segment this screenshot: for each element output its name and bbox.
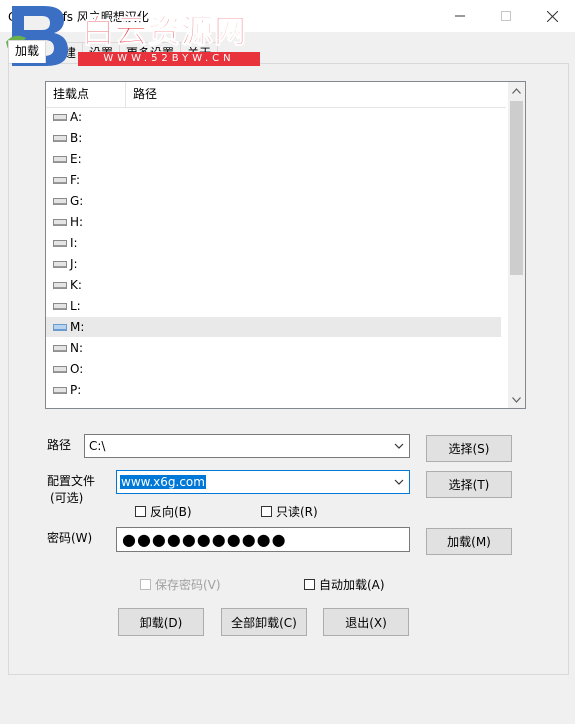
minimize-button[interactable] [437, 0, 483, 32]
password-dots: ●●●●●●●●●●● [122, 530, 287, 549]
config-file-combobox[interactable]: www.x6g.com [116, 470, 410, 494]
close-icon [546, 10, 558, 22]
exit-button[interactable]: 退出(X) [323, 608, 409, 636]
drive-icon [53, 366, 67, 373]
drive-letter: B: [70, 131, 83, 145]
drive-letter: O: [70, 362, 84, 376]
drive-letter: L: [70, 299, 81, 313]
app-window: Cppcryptfs 风之暇想汉化 加载 创建 设置 更多设置 关于 挂载点 路… [0, 0, 575, 724]
drive-list-row[interactable]: P: [46, 380, 501, 400]
drive-list-row[interactable]: H: [46, 212, 501, 232]
drive-list-row[interactable]: M: [46, 317, 501, 337]
drive-icon [53, 387, 67, 394]
config-optional-label: (可选) [50, 491, 84, 505]
drive-icon [53, 156, 67, 163]
chevron-down-icon [512, 396, 521, 403]
checkbox-box [140, 579, 151, 590]
chevron-down-icon [394, 479, 404, 485]
checkbox-box [261, 506, 272, 517]
drive-list-row[interactable]: F: [46, 170, 501, 190]
config-label: 配置文件 [47, 474, 96, 488]
drive-letter: P: [70, 383, 82, 397]
scroll-up-button[interactable] [508, 82, 525, 99]
tab-about[interactable]: 关于 [180, 42, 219, 63]
maximize-button [483, 0, 529, 32]
column-header-path[interactable]: 路径 [126, 82, 157, 107]
drive-list-row[interactable]: O: [46, 359, 501, 379]
drive-letter: J: [70, 257, 78, 271]
tab-settings[interactable]: 设置 [82, 42, 121, 63]
vertical-scrollbar[interactable] [508, 82, 525, 408]
drive-icon [53, 345, 67, 352]
chevron-up-icon [512, 87, 521, 94]
scroll-thumb[interactable] [510, 101, 523, 275]
drive-letter: I: [70, 236, 78, 250]
path-value: C:\ [89, 439, 106, 453]
checkbox-box [135, 506, 146, 517]
select-config-button[interactable]: 选择(T) [426, 471, 512, 498]
path-combobox[interactable]: C:\ [84, 434, 410, 458]
drive-icon [53, 135, 67, 142]
drive-list-row[interactable]: B: [46, 128, 501, 148]
drive-icon [53, 240, 67, 247]
drive-icon [53, 177, 67, 184]
drive-icon [53, 219, 67, 226]
drive-letter: F: [70, 173, 81, 187]
maximize-icon [501, 11, 511, 21]
mount-button[interactable]: 加载(M) [426, 528, 512, 555]
tab-strip: 加载 创建 设置 更多设置 关于 [8, 40, 219, 64]
drive-list-row[interactable]: G: [46, 191, 501, 211]
drive-list[interactable]: 挂载点 路径 A: B: E: F: G: H: I: J: K: L: M: N: O: P: [45, 81, 526, 409]
column-header-mount-point[interactable]: 挂载点 [46, 82, 126, 107]
drive-letter: G: [70, 194, 84, 208]
drive-list-row[interactable]: L: [46, 296, 501, 316]
tab-create[interactable]: 创建 [45, 42, 84, 63]
checkbox-box [304, 579, 315, 590]
tab-more-settings[interactable]: 更多设置 [119, 42, 182, 63]
readonly-checkbox[interactable]: 只读(R) [261, 503, 318, 520]
scroll-down-button[interactable] [508, 391, 525, 408]
drive-icon [53, 198, 67, 205]
drive-icon [53, 261, 67, 268]
drive-list-row[interactable]: N: [46, 338, 501, 358]
drive-letter: A: [70, 110, 83, 124]
drive-icon [53, 324, 67, 331]
tab-mount[interactable]: 加载 [8, 40, 47, 63]
drive-list-row[interactable]: A: [46, 107, 501, 127]
drive-list-row[interactable]: E: [46, 149, 501, 169]
minimize-icon [455, 15, 465, 17]
save-password-checkbox: 保存密码(V) [140, 576, 221, 593]
drive-icon [53, 282, 67, 289]
unmount-all-button[interactable]: 全部卸载(C) [221, 608, 307, 636]
chevron-down-icon [394, 443, 404, 449]
drive-icon [53, 114, 67, 121]
drive-list-row[interactable]: K: [46, 275, 501, 295]
drive-letter: N: [70, 341, 84, 355]
drive-letter: H: [70, 215, 84, 229]
drive-list-row[interactable]: J: [46, 254, 501, 274]
select-path-button[interactable]: 选择(S) [426, 435, 512, 462]
auto-mount-checkbox[interactable]: 自动加载(A) [304, 576, 385, 593]
password-label: 密码(W) [47, 531, 93, 545]
title-bar: Cppcryptfs 风之暇想汉化 [0, 0, 575, 32]
drive-letter: E: [70, 152, 82, 166]
reverse-checkbox[interactable]: 反向(B) [135, 503, 192, 520]
drive-letter: K: [70, 278, 82, 292]
path-label: 路径 [47, 438, 72, 452]
drive-letter: M: [70, 320, 85, 334]
drive-icon [53, 303, 67, 310]
close-button[interactable] [529, 0, 575, 32]
drive-list-row[interactable]: I: [46, 233, 501, 253]
config-value: www.x6g.com [120, 475, 206, 489]
unmount-button[interactable]: 卸载(D) [118, 608, 204, 636]
list-header: 挂载点 路径 [46, 82, 506, 108]
window-title: Cppcryptfs 风之暇想汉化 [8, 10, 149, 24]
password-field[interactable]: ●●●●●●●●●●● [116, 527, 410, 552]
